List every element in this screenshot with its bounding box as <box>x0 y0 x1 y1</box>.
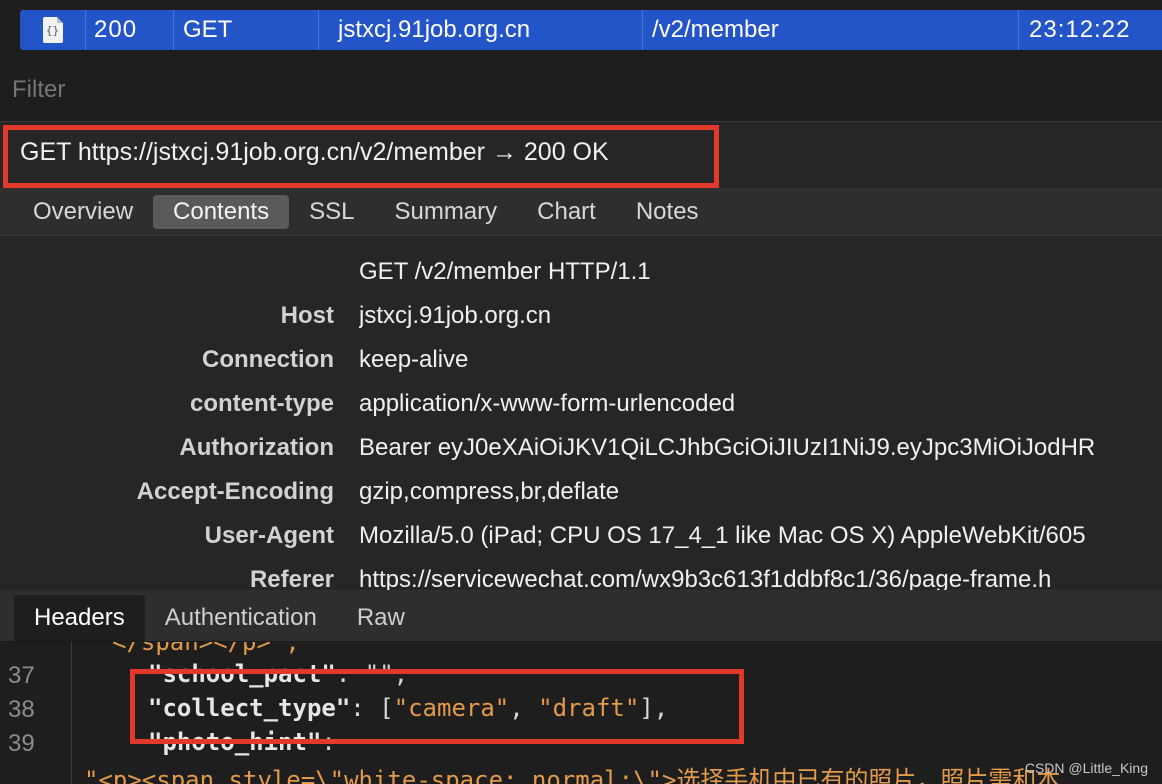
request-detail-panel: GET https://jstxcj.91job.org.cn/v2/membe… <box>0 122 1162 593</box>
header-value: application/x-www-form-urlencoded <box>359 390 736 417</box>
header-row: Authorization Bearer eyJ0eXAiOiJKV1QiLCJ… <box>0 426 1162 470</box>
line-number: 39 <box>8 730 35 757</box>
detail-tabs: Overview Contents SSL Summary Chart Note… <box>0 188 1162 236</box>
filter-input[interactable] <box>12 76 412 104</box>
tab-chart[interactable]: Chart <box>517 195 616 229</box>
header-row: Accept-Encoding gzip,compress,br,deflate <box>0 470 1162 514</box>
header-row: Connection keep-alive <box>0 338 1162 382</box>
request-type-cell: {} <box>20 10 86 50</box>
header-key: Host <box>280 302 334 329</box>
request-line: GET /v2/member HTTP/1.1 <box>359 258 651 285</box>
code-line-continuation: "<p><span style=\"white-space: normal;\"… <box>84 766 1061 784</box>
request-line-row: GET /v2/member HTTP/1.1 <box>0 250 1162 294</box>
header-key: content-type <box>190 390 334 417</box>
header-row: content-type application/x-www-form-urle… <box>0 382 1162 426</box>
header-key: Authorization <box>179 434 334 461</box>
response-body-code-view[interactable]: 37 38 39 </span></p>", "school_pact": ""… <box>0 642 1162 784</box>
header-row: User-Agent Mozilla/5.0 (iPad; CPU OS 17_… <box>0 514 1162 558</box>
header-row: Host jstxcj.91job.org.cn <box>0 294 1162 338</box>
header-value: keep-alive <box>359 346 469 373</box>
header-key: User-Agent <box>204 522 334 549</box>
highlight-box-url <box>3 125 719 188</box>
json-file-icon: {} <box>42 17 63 43</box>
header-value: Mozilla/5.0 (iPad; CPU OS 17_4_1 like Ma… <box>359 522 1086 549</box>
tab-summary[interactable]: Summary <box>374 195 517 229</box>
status-cell: 200 <box>86 10 174 50</box>
host-cell: jstxcj.91job.org.cn <box>319 10 643 50</box>
header-value: Bearer eyJ0eXAiOiJKV1QiLCJhbGciOiJIUzI1N… <box>359 434 1096 461</box>
header-value: gzip,compress,br,deflate <box>359 478 620 505</box>
filter-bar <box>0 60 1162 122</box>
method-cell: GET <box>174 10 319 50</box>
tab-raw[interactable]: Raw <box>337 595 425 641</box>
highlight-box-collect-type <box>130 669 744 744</box>
tab-contents[interactable]: Contents <box>153 194 290 229</box>
line-number: 38 <box>8 696 35 723</box>
tab-ssl[interactable]: SSL <box>289 195 374 229</box>
tab-authentication[interactable]: Authentication <box>145 595 337 641</box>
tab-overview[interactable]: Overview <box>13 195 153 229</box>
selected-request-row[interactable]: {} 200 GET jstxcj.91job.org.cn /v2/membe… <box>20 10 1162 50</box>
path-cell: /v2/member <box>643 10 1019 50</box>
body-view-tabs: Headers Authentication Raw <box>0 590 1162 642</box>
header-value: jstxcj.91job.org.cn <box>359 302 552 329</box>
code-line-partial: </span></p>", <box>112 642 300 656</box>
request-list: {} 200 GET jstxcj.91job.org.cn /v2/membe… <box>0 0 1162 60</box>
tab-headers[interactable]: Headers <box>14 595 145 641</box>
tab-notes[interactable]: Notes <box>616 195 719 229</box>
line-number: 37 <box>8 662 35 689</box>
watermark: CSDN @Little_King <box>1024 760 1148 776</box>
time-cell: 23:12:22 <box>1029 16 1131 43</box>
header-key: Connection <box>202 346 334 373</box>
header-key: Accept-Encoding <box>136 478 334 505</box>
line-number-gutter: 37 38 39 <box>0 642 72 784</box>
